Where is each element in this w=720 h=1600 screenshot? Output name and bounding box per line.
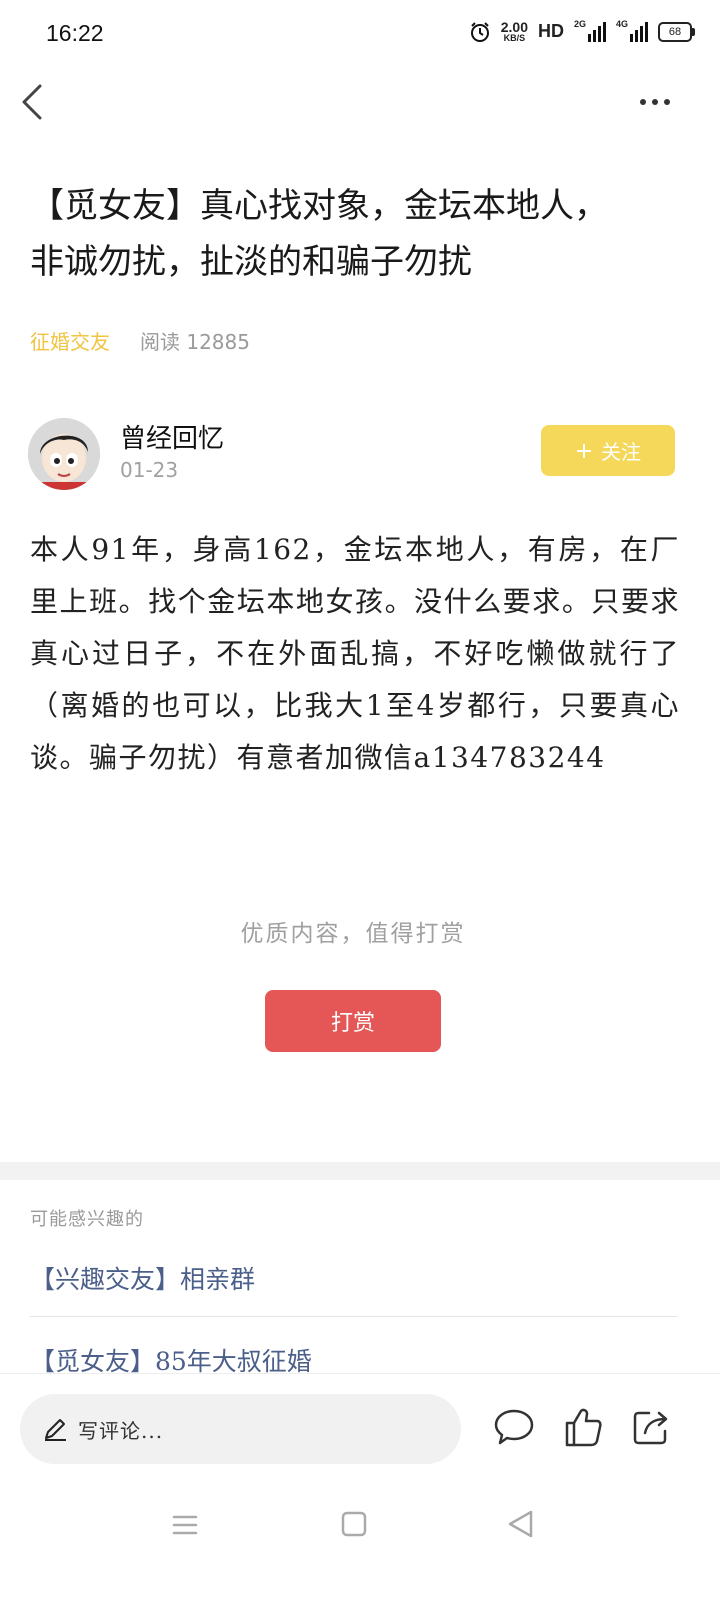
author-name[interactable]: 曾经回忆 <box>120 418 224 455</box>
signal-1-label: 2G <box>574 18 587 29</box>
battery-level: 68 <box>668 25 682 38</box>
more-dots-icon[interactable] <box>640 88 680 116</box>
status-icons: 2.00 KB/S HD 2G 4G 68 <box>469 18 695 43</box>
net-speed-value: 2.00 <box>500 19 528 35</box>
signal-icon: 4G <box>616 18 648 42</box>
comment-placeholder: 写评论... <box>78 1418 164 1443</box>
article-meta: 征婚交友 阅读 12885 <box>30 326 250 355</box>
status-bar: 16:22 2.00 KB/S HD 2G 4G 68 <box>0 0 720 70</box>
comment-input[interactable]: 写评论... <box>20 1394 461 1464</box>
share-icon[interactable] <box>629 1405 673 1449</box>
avatar[interactable] <box>28 418 100 490</box>
net-speed: 2.00 KB/S <box>501 20 528 43</box>
menu-icon[interactable] <box>170 1510 200 1540</box>
related-heading: 可能感兴趣的 <box>30 1209 144 1230</box>
battery-icon: 68 <box>658 21 695 42</box>
category-tag[interactable]: 征婚交友 <box>30 326 110 355</box>
home-icon[interactable] <box>340 1510 368 1538</box>
post-date: 01-23 <box>120 458 179 482</box>
hd-indicator: HD <box>538 21 564 41</box>
back-icon[interactable] <box>505 1508 535 1540</box>
related-item[interactable]: 【兴趣交友】相亲群 <box>30 1260 255 1296</box>
follow-label: 关注 <box>601 440 641 464</box>
section-divider <box>0 1162 720 1180</box>
article-title: 【觅女友】真心找对象，金坛本地人，非诚勿扰，扯淡的和骗子勿扰 <box>30 186 608 282</box>
plus-icon <box>577 443 591 458</box>
alarm-icon <box>470 21 489 42</box>
comment-icon[interactable] <box>492 1405 536 1449</box>
divider <box>30 1316 677 1317</box>
pencil-icon <box>45 1419 66 1441</box>
system-nav-bar <box>0 1490 720 1600</box>
follow-button[interactable]: 关注 <box>541 425 675 476</box>
signal-2-label: 4G <box>616 18 629 29</box>
status-time: 16:22 <box>46 20 104 46</box>
like-icon[interactable] <box>561 1405 605 1449</box>
read-count: 阅读 12885 <box>140 330 250 354</box>
signal-icon: 2G <box>574 18 606 42</box>
tip-button[interactable]: 打赏 <box>265 990 441 1052</box>
net-speed-unit: KB/S <box>503 33 526 43</box>
tip-prompt: 优质内容，值得打赏 <box>240 921 466 947</box>
chevron-left-icon[interactable] <box>16 80 56 124</box>
article-body: 本人91年，身高162，金坛本地人，有房，在厂里上班。找个金坛本地女孩。没什么要… <box>30 533 680 774</box>
